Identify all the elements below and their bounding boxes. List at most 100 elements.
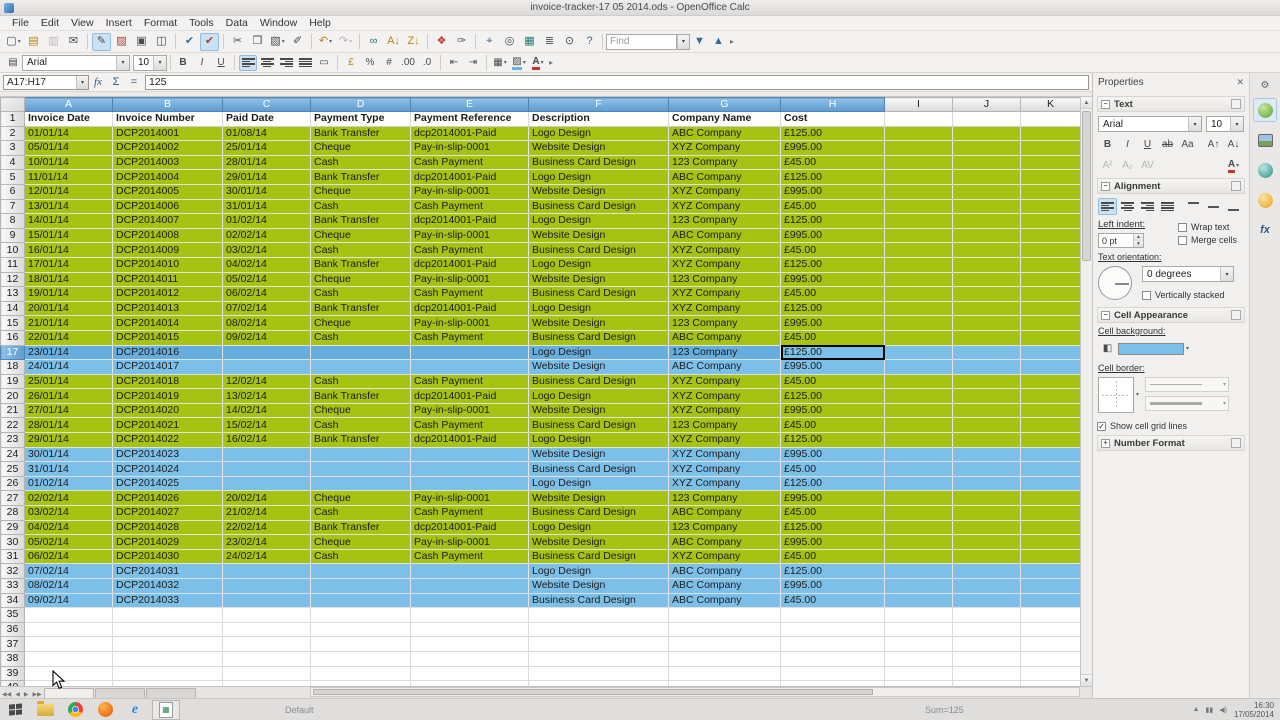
cell-B8[interactable]: DCP2014007	[113, 214, 223, 229]
cell-B23[interactable]: DCP2014022	[113, 433, 223, 448]
cell-F30[interactable]: Website Design	[529, 535, 669, 550]
cell-A16[interactable]: 22/01/14	[25, 330, 113, 345]
cell-I31[interactable]	[885, 549, 953, 564]
column-header-C[interactable]: C	[223, 98, 311, 112]
cell-K4[interactable]	[1021, 155, 1081, 170]
number-format-section-header[interactable]: + Number Format	[1097, 435, 1245, 451]
cell-C24[interactable]	[223, 447, 311, 462]
cell-A5[interactable]: 11/01/14	[25, 170, 113, 185]
cell-G22[interactable]: 123 Company	[669, 418, 781, 433]
cell-K20[interactable]	[1021, 389, 1081, 404]
navigator-icon[interactable]: ◎	[500, 33, 519, 51]
cell-E27[interactable]: Pay-in-slip-0001	[411, 491, 529, 506]
more-options-button[interactable]	[1231, 438, 1241, 448]
cell-A19[interactable]: 25/01/14	[25, 374, 113, 389]
find-next-button[interactable]: ▼	[690, 33, 709, 51]
cell-I32[interactable]	[885, 564, 953, 579]
cell-B2[interactable]: DCP2014001	[113, 126, 223, 141]
cell-G38[interactable]	[669, 651, 781, 666]
cell-J4[interactable]	[953, 155, 1021, 170]
cell-H8[interactable]: £125.00	[781, 214, 885, 229]
cell-H23[interactable]: £125.00	[781, 433, 885, 448]
increase-indent-button[interactable]: ⇥	[464, 55, 482, 71]
superscript-button[interactable]: A²	[1098, 157, 1117, 174]
menu-insert[interactable]: Insert	[100, 17, 138, 29]
cell-B38[interactable]	[113, 651, 223, 666]
cell-I17[interactable]	[885, 345, 953, 360]
cell-I33[interactable]	[885, 579, 953, 594]
cell-D19[interactable]: Cash	[311, 374, 411, 389]
cell-G34[interactable]: ABC Company	[669, 593, 781, 608]
cell-A8[interactable]: 14/01/14	[25, 214, 113, 229]
cell-C39[interactable]	[223, 666, 311, 681]
menu-help[interactable]: Help	[303, 17, 337, 29]
cell-J5[interactable]	[953, 170, 1021, 185]
cell-A11[interactable]: 17/01/14	[25, 257, 113, 272]
cell-E2[interactable]: dcp2014001-Paid	[411, 126, 529, 141]
cell-F6[interactable]: Website Design	[529, 184, 669, 199]
cell-C30[interactable]: 23/02/14	[223, 535, 311, 550]
cell-E22[interactable]: Cash Payment	[411, 418, 529, 433]
cell-F14[interactable]: Logo Design	[529, 301, 669, 316]
align-top-button[interactable]	[1184, 198, 1203, 215]
cell-K35[interactable]	[1021, 608, 1081, 623]
cell-E8[interactable]: dcp2014001-Paid	[411, 214, 529, 229]
cell-E18[interactable]	[411, 360, 529, 375]
cell-I16[interactable]	[885, 330, 953, 345]
redo-icon[interactable]: ↷▾	[336, 33, 355, 51]
sidebar-tab-functions[interactable]: fx	[1253, 218, 1277, 242]
name-box[interactable]: A17:H17 ▾	[3, 75, 89, 90]
cell-G26[interactable]: XYZ Company	[669, 476, 781, 491]
cell-K32[interactable]	[1021, 564, 1081, 579]
cell-C6[interactable]: 30/01/14	[223, 184, 311, 199]
cell-F34[interactable]: Business Card Design	[529, 593, 669, 608]
cell-G11[interactable]: XYZ Company	[669, 257, 781, 272]
cell-J28[interactable]	[953, 506, 1021, 521]
cell-K19[interactable]	[1021, 374, 1081, 389]
row-header-17[interactable]: 17	[1, 345, 25, 360]
cell-D27[interactable]: Cheque	[311, 491, 411, 506]
cell-E36[interactable]	[411, 622, 529, 637]
sheet-tab[interactable]	[146, 688, 196, 698]
cell-J14[interactable]	[953, 301, 1021, 316]
cell-K15[interactable]	[1021, 316, 1081, 331]
cell-C32[interactable]	[223, 564, 311, 579]
data-sources-icon[interactable]: ≣	[540, 33, 559, 51]
cell-F8[interactable]: Logo Design	[529, 214, 669, 229]
cell-G14[interactable]: XYZ Company	[669, 301, 781, 316]
subscript-button[interactable]: A₂	[1118, 157, 1137, 174]
sidebar-align-right-button[interactable]	[1138, 198, 1157, 215]
cell-J33[interactable]	[953, 579, 1021, 594]
column-header-J[interactable]: J	[953, 98, 1021, 112]
cell-B11[interactable]: DCP2014010	[113, 257, 223, 272]
menu-data[interactable]: Data	[220, 17, 254, 29]
cell-G20[interactable]: XYZ Company	[669, 389, 781, 404]
row-header-7[interactable]: 7	[1, 199, 25, 214]
openoffice-calc-taskbar-button[interactable]: ▦	[152, 700, 180, 720]
row-header-34[interactable]: 34	[1, 593, 25, 608]
row-header-6[interactable]: 6	[1, 184, 25, 199]
cell-I38[interactable]	[885, 651, 953, 666]
cell-J32[interactable]	[953, 564, 1021, 579]
sidebar-tab-gallery[interactable]	[1253, 158, 1277, 182]
cell-H16[interactable]: £45.00	[781, 330, 885, 345]
cell-G6[interactable]: XYZ Company	[669, 184, 781, 199]
collapse-icon[interactable]: −	[1101, 311, 1110, 320]
cell-G3[interactable]: XYZ Company	[669, 141, 781, 156]
cell-E12[interactable]: Pay-in-slip-0001	[411, 272, 529, 287]
row-header-31[interactable]: 31	[1, 549, 25, 564]
cell-K29[interactable]	[1021, 520, 1081, 535]
cell-F18[interactable]: Website Design	[529, 360, 669, 375]
sidebar-tab-properties[interactable]	[1253, 98, 1277, 122]
font-color-button[interactable]: A▾	[529, 55, 547, 71]
italic-button[interactable]: I	[193, 55, 211, 71]
cell-A24[interactable]: 30/01/14	[25, 447, 113, 462]
cell-H30[interactable]: £995.00	[781, 535, 885, 550]
horizontal-scrollbar[interactable]	[310, 687, 1080, 697]
vertical-scrollbar[interactable]: ▲ ▼	[1080, 97, 1092, 686]
cell-H24[interactable]: £995.00	[781, 447, 885, 462]
cell-B17[interactable]: DCP2014016	[113, 345, 223, 360]
cell-H1[interactable]: Cost	[781, 112, 885, 127]
cell-A9[interactable]: 15/01/14	[25, 228, 113, 243]
cell-H14[interactable]: £125.00	[781, 301, 885, 316]
